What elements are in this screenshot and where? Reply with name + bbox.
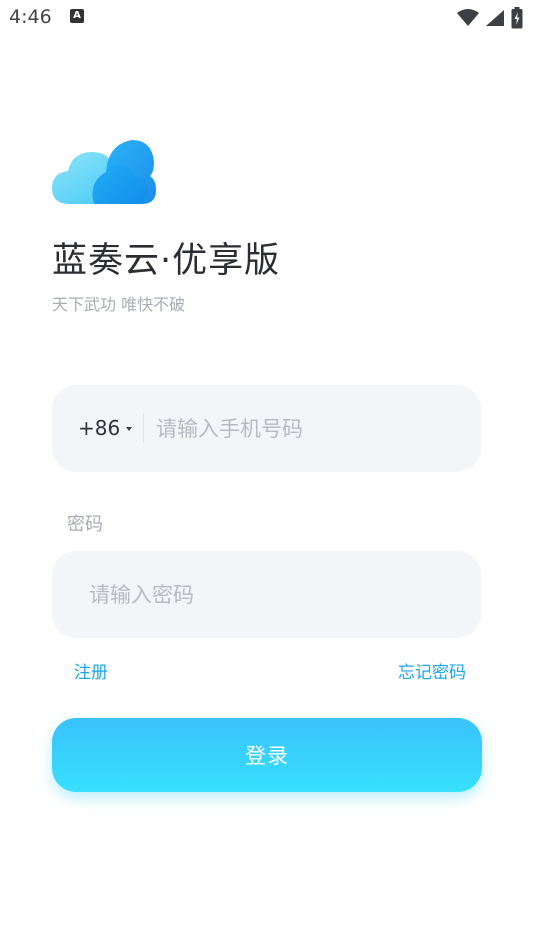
login-button[interactable]: 登录: [52, 718, 482, 792]
caret-down-icon: [126, 427, 133, 431]
status-time: 4:46: [9, 6, 52, 28]
country-code-selector[interactable]: +86: [78, 416, 133, 440]
app-slogan: 天下武功 唯快不破: [52, 295, 186, 314]
wifi-icon: [457, 9, 479, 26]
app-title: 蓝奏云·优享版: [52, 241, 281, 281]
password-input[interactable]: [89, 577, 449, 613]
notification-icon: A: [70, 9, 84, 23]
status-icons: [457, 7, 523, 29]
forgot-password-link[interactable]: 忘记密码: [398, 658, 466, 683]
field-divider: [143, 413, 144, 443]
cell-signal-icon: [486, 10, 504, 26]
password-label: 密码: [67, 514, 103, 535]
phone-field: +86: [52, 385, 481, 472]
country-code-label: +86: [78, 416, 121, 440]
cloud-logo-icon: [52, 140, 156, 204]
battery-charging-icon: [511, 7, 523, 29]
register-link[interactable]: 注册: [74, 658, 108, 683]
phone-input[interactable]: [156, 411, 456, 447]
password-field: [52, 551, 481, 638]
status-bar: 4:46 A: [0, 0, 533, 36]
